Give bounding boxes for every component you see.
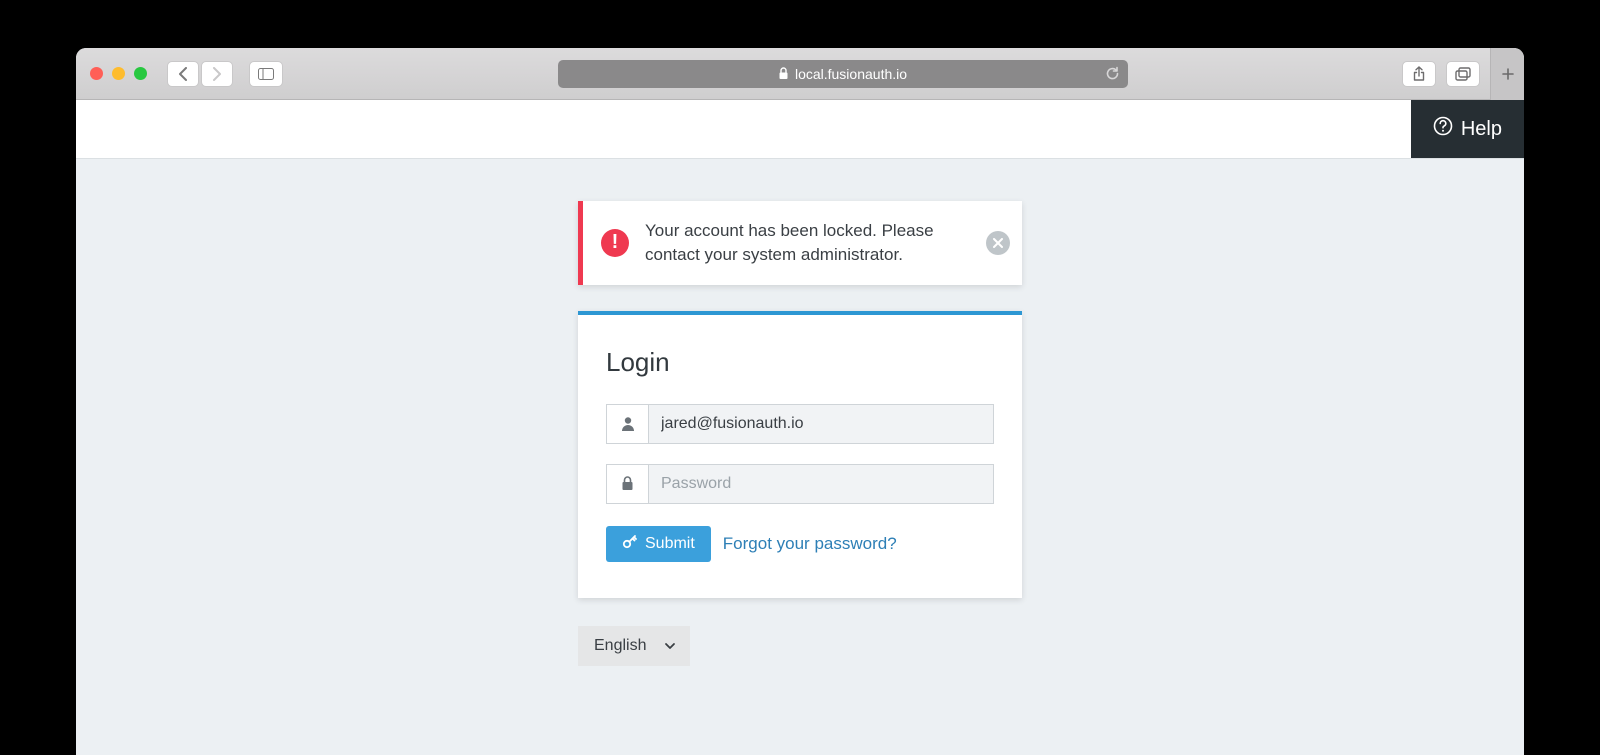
alert-close-button[interactable] [986,231,1010,255]
login-title: Login [606,347,994,378]
address-text: local.fusionauth.io [795,66,907,82]
reload-icon[interactable] [1105,66,1120,81]
help-icon [1433,116,1453,142]
alert-message: Your account has been locked. Please con… [645,219,978,267]
tabs-button[interactable] [1446,61,1480,87]
share-button[interactable] [1402,61,1436,87]
page-content: ! Your account has been locked. Please c… [76,159,1524,666]
sidebar-toggle-button[interactable] [249,61,283,87]
traffic-lights [90,67,147,80]
login-actions: Submit Forgot your password? [606,526,994,562]
page-header: Help [76,100,1524,159]
lock-icon [606,464,648,504]
help-label: Help [1461,118,1502,141]
email-input-group [606,404,994,444]
lock-icon [778,67,789,80]
forgot-password-link[interactable]: Forgot your password? [723,534,897,554]
chrome-right-controls [1402,48,1510,100]
password-field[interactable] [648,464,994,504]
language-selector[interactable]: English [578,626,690,666]
email-field[interactable] [648,404,994,444]
address-bar[interactable]: local.fusionauth.io [558,60,1128,88]
login-card: Login Submit Fo [578,311,1022,598]
user-icon [606,404,648,444]
forward-button[interactable] [201,61,233,87]
address-bar-container: local.fusionauth.io [295,60,1390,88]
alert-icon: ! [601,229,629,257]
browser-window: local.fusionauth.io Help [76,48,1524,755]
window-zoom-button[interactable] [134,67,147,80]
help-button[interactable]: Help [1411,100,1524,158]
language-selected: English [594,637,646,655]
browser-chrome: local.fusionauth.io [76,48,1524,100]
window-minimize-button[interactable] [112,67,125,80]
chevron-down-icon [664,637,676,655]
back-button[interactable] [167,61,199,87]
new-tab-button[interactable] [1490,48,1524,100]
error-alert: ! Your account has been locked. Please c… [578,201,1022,285]
window-close-button[interactable] [90,67,103,80]
submit-label: Submit [645,535,695,553]
nav-buttons [167,61,233,87]
submit-button[interactable]: Submit [606,526,711,562]
key-icon [622,534,637,554]
password-input-group [606,464,994,504]
